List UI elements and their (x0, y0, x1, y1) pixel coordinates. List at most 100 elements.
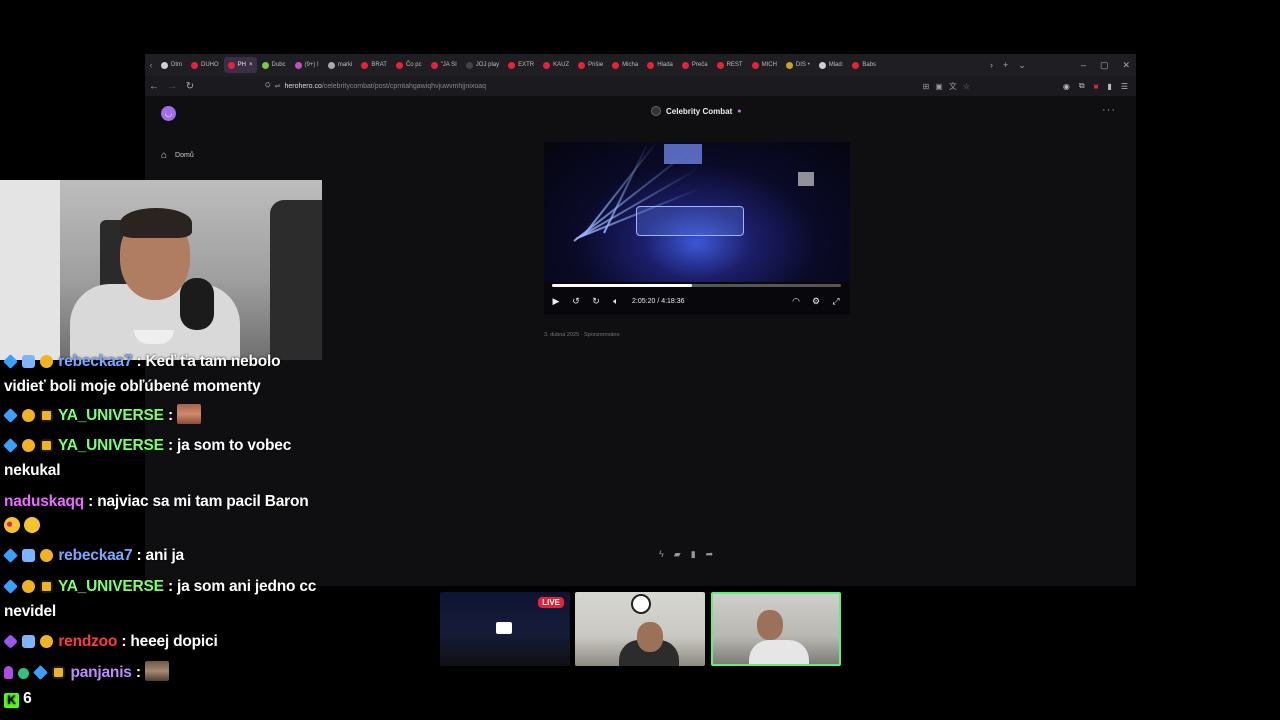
scene-thumbnail-stream[interactable]: LIVE (440, 592, 570, 666)
tab-label: marki (337, 62, 353, 68)
site-info-icon[interactable]: ⛭ (265, 82, 271, 90)
close-window-icon[interactable]: ✕ (1122, 60, 1130, 71)
browser-tab[interactable]: REST (713, 57, 747, 73)
address-bar[interactable]: ⛭ ⇌ herohero.co/celebritycombat/post/cpm… (265, 80, 486, 92)
headphones-icon[interactable]: ◠ (786, 296, 806, 307)
browser-tab[interactable]: DIS • (782, 57, 814, 73)
bookmark-star-icon[interactable]: ☆ (963, 82, 970, 91)
minimize-icon[interactable]: – (1081, 60, 1086, 70)
tab-scroll-left-icon[interactable]: ‹ (145, 60, 157, 70)
rewind-10-icon[interactable]: ↺ (566, 296, 586, 307)
browser-tab[interactable]: Dtm (157, 57, 186, 73)
install-app-icon[interactable]: ⊞ (923, 82, 930, 91)
browser-tab[interactable]: JOJ play (462, 57, 503, 73)
video-progress-bar[interactable] (552, 284, 841, 287)
browser-tab[interactable]: KAUZ (539, 57, 573, 73)
chat-username[interactable]: naduskaqq (4, 493, 84, 510)
tab-label: (9+) I (304, 62, 319, 68)
page-permissions-icon[interactable]: ⇌ (275, 82, 281, 90)
new-tab-icon[interactable]: + (1003, 60, 1008, 70)
tab-favicon-icon (681, 61, 689, 69)
herohero-logo[interactable]: ◡ (161, 106, 176, 121)
translate-icon[interactable]: 文 (949, 81, 957, 92)
chat-message: rebeckaa7 : Keď ťa tam nebolo vidieť bol… (3, 351, 320, 399)
home-icon: ⌂ (161, 150, 168, 161)
settings-gear-icon[interactable]: ⚙ (806, 296, 826, 307)
close-tab-icon[interactable]: × (249, 62, 253, 68)
browser-tab[interactable]: "JA SI (427, 57, 461, 73)
volume-icon[interactable]: 🔈︎ (606, 296, 626, 307)
sidebar-item-label: Domů (175, 152, 194, 159)
browser-tab[interactable]: marki (324, 57, 357, 73)
tab-favicon-icon (751, 61, 759, 69)
smiling-emoji-icon (24, 517, 41, 533)
menu-icon[interactable]: ☰ (1121, 82, 1128, 91)
browser-tab[interactable]: Preča (678, 57, 712, 73)
fullscreen-icon[interactable]: ⤢ (826, 296, 846, 307)
chat-message: panjanis : (4, 660, 320, 685)
browser-tab[interactable]: Babs (848, 57, 880, 73)
chat-username[interactable]: rendzoo (58, 633, 117, 650)
comment-icon[interactable]: ▰ (674, 549, 681, 560)
tab-strip: ‹ Dtm DUHO PH × Dubc (9+) I marki BRAT Čo pc "JA … (145, 54, 1136, 76)
browser-tab[interactable]: (9+) I (291, 57, 323, 73)
browser-tab[interactable]: Micha (608, 57, 642, 73)
chat-text: : (135, 664, 141, 681)
video-time: 2:05:20 / 4:18:36 (632, 298, 685, 305)
tab-favicon-icon (508, 61, 516, 69)
browser-tab[interactable]: PH × (223, 57, 257, 73)
badge-coin-icon (22, 580, 36, 593)
tab-list-dropdown-icon[interactable]: ⌄ (1018, 60, 1026, 71)
sidebar-icon[interactable]: ▮ (1107, 82, 1111, 91)
chat-username[interactable]: panjanis (70, 664, 131, 681)
share-icon[interactable]: ➦ (706, 549, 714, 560)
creator-header[interactable]: Celebrity Combat ● (651, 106, 741, 116)
scene-thumbnail-camera-1[interactable] (711, 592, 841, 666)
browser-tab[interactable]: Mlad: (815, 57, 848, 73)
account-icon[interactable]: ◉ (1063, 82, 1070, 91)
creator-avatar (651, 106, 661, 116)
tab-favicon-icon (361, 61, 369, 69)
chat-username[interactable]: rebeckaa7 (58, 353, 132, 370)
like-lightning-icon[interactable]: ϟ (659, 549, 664, 560)
chat-username[interactable]: YA_UNIVERSE (58, 578, 164, 595)
verified-icon: ● (737, 107, 742, 115)
more-options-icon[interactable]: ··· (1102, 104, 1116, 116)
chat-username[interactable]: YA_UNIVERSE (58, 407, 164, 424)
chat-username[interactable]: YA_UNIVERSE (58, 437, 164, 454)
tab-label: Micha (622, 62, 639, 68)
browser-tab[interactable]: DUHO (187, 57, 223, 73)
tab-favicon-icon (191, 61, 198, 69)
chat-text: : (167, 407, 173, 424)
browser-tab[interactable]: EXTR (504, 57, 538, 73)
maximize-icon[interactable]: ▢ (1100, 60, 1109, 71)
forward-icon[interactable]: → (163, 81, 181, 92)
browser-tab[interactable]: Prišie (574, 57, 607, 73)
video-player[interactable]: ▶ ↺ ↻ 🔈︎ 2:05:20 / 4:18:36 ◠ ⚙ ⤢ (544, 142, 850, 315)
scene-thumbnail-camera-2[interactable] (575, 592, 705, 666)
extensions-icon[interactable]: ⧉ (1079, 81, 1085, 91)
browser-tab[interactable]: Hlada (643, 57, 677, 73)
back-icon[interactable]: ← (145, 81, 163, 92)
tab-scroll-right-icon[interactable]: › (990, 60, 993, 70)
badge-cube-icon (3, 438, 18, 453)
picture-in-picture-icon[interactable]: ▣ (935, 82, 943, 91)
chat-text: : ani ja (136, 547, 184, 564)
forward-10-icon[interactable]: ↻ (586, 296, 606, 307)
browser-tab[interactable]: MICH (748, 57, 781, 73)
browser-tab[interactable]: BRAT (357, 57, 391, 73)
browser-tab[interactable]: Dubc (258, 57, 290, 73)
browser-tab[interactable]: Čo pc (392, 57, 426, 73)
chat-message: naduskaqq : najviac sa mi tam pacil Baro… (4, 489, 320, 539)
live-badge: LIVE (538, 597, 564, 608)
badge-diamond-icon (3, 634, 18, 649)
play-icon[interactable]: ▶ (546, 296, 566, 307)
kick-logo-icon: K (4, 693, 19, 708)
tab-label: JOJ play (475, 62, 500, 68)
reload-icon[interactable]: ↻ (181, 81, 199, 92)
sidebar-item-home[interactable]: ⌂ Domů (161, 150, 194, 161)
extension-red-icon[interactable]: ■ (1094, 82, 1099, 91)
chat-username[interactable]: rebeckaa7 (58, 547, 132, 564)
bookmark-icon[interactable]: ▮ (691, 549, 696, 560)
chat-message: YA_UNIVERSE : ja som to vobec nekukal (3, 433, 320, 483)
